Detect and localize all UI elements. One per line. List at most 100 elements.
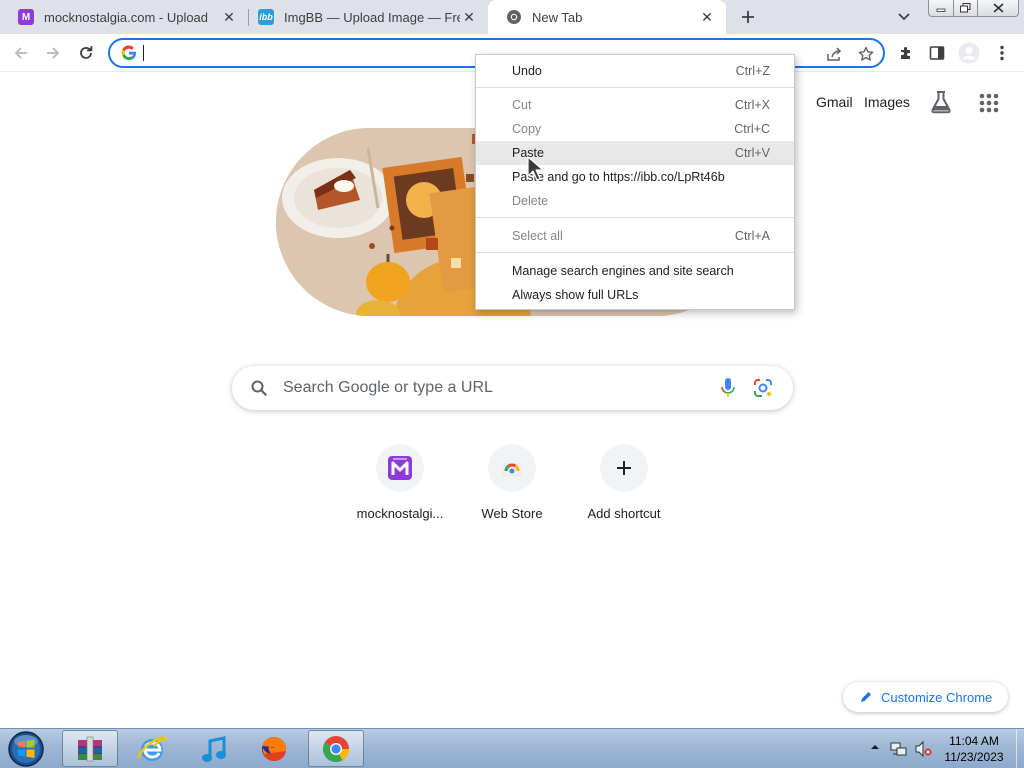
images-link[interactable]: Images [864, 94, 910, 110]
restore-icon [960, 3, 971, 13]
windows-start-orb-icon [8, 731, 44, 767]
customize-chrome-button[interactable]: Customize Chrome [843, 682, 1008, 712]
menu-item-shortcut: Ctrl+V [734, 146, 770, 160]
menu-item-shortcut: Ctrl+C [734, 122, 770, 136]
imgbb-favicon-icon: ibb [258, 9, 274, 25]
profile-button[interactable] [958, 42, 980, 64]
google-lens-icon[interactable] [752, 377, 774, 399]
menu-item-shortcut: Ctrl+X [734, 98, 770, 112]
google-apps-icon[interactable] [978, 92, 1000, 114]
menu-item-label: Undo [512, 64, 542, 78]
tab-mocknostalgia[interactable]: M mocknostalgia.com - Upload ✕ [0, 0, 248, 34]
gmail-link[interactable]: Gmail [816, 94, 853, 110]
add-shortcut-button[interactable]: Add shortcut [568, 442, 680, 532]
extensions-button[interactable] [895, 42, 917, 64]
pencil-icon [861, 692, 871, 702]
menu-item-always-show-full-urls[interactable]: Always show full URLs [476, 283, 794, 307]
new-tab-button[interactable] [736, 5, 760, 29]
close-window-button[interactable] [977, 0, 1019, 17]
close-tab-icon[interactable]: ✕ [220, 8, 238, 26]
mouse-cursor-icon [527, 156, 544, 181]
tab-title: ImgBB — Upload Image — Free I [284, 9, 460, 25]
plus-icon [617, 461, 631, 475]
bookmark-button[interactable] [856, 44, 876, 64]
taskbar-chrome[interactable] [308, 730, 364, 767]
shortcut-web-store[interactable]: Web Store [456, 442, 568, 532]
network-icon[interactable] [890, 740, 908, 758]
tab-search-button[interactable] [894, 7, 914, 27]
plus-icon [742, 11, 754, 23]
search-icon [251, 380, 268, 397]
system-clock[interactable]: 11:04 AM 11/23/2023 [936, 733, 1012, 765]
close-icon [992, 3, 1004, 13]
microphone-icon[interactable] [718, 377, 738, 399]
menu-item-label: Copy [512, 122, 542, 136]
mocknostalgia-icon [388, 456, 412, 480]
menu-item-shortcut: Ctrl+A [734, 229, 770, 243]
taskbar-itunes[interactable] [186, 730, 242, 767]
shortcut-label: mocknostalgi... [356, 506, 444, 521]
share-button[interactable] [824, 44, 844, 64]
show-desktop-button[interactable] [1016, 729, 1024, 768]
taskbar-firefox[interactable] [246, 730, 302, 767]
taskbar-winrar[interactable] [62, 730, 118, 767]
internet-explorer-icon [136, 736, 168, 761]
shortcut-tile [376, 444, 424, 492]
windows-taskbar: 11:04 AM 11/23/2023 [0, 728, 1024, 768]
minimize-button[interactable] [928, 0, 954, 17]
menu-item-paste[interactable]: Paste Ctrl+V [476, 141, 794, 165]
menu-item-label: Manage search engines and site search [512, 264, 734, 278]
menu-item-copy[interactable]: Copy Ctrl+C [476, 117, 794, 141]
menu-separator [476, 87, 794, 88]
reload-button[interactable] [73, 40, 99, 66]
shortcut-mocknostalgia[interactable]: mocknostalgi... [344, 442, 456, 532]
start-button[interactable] [6, 730, 46, 768]
menu-item-paste-and-go[interactable]: Paste and go to https://ibb.co/LpRt46b [476, 165, 794, 189]
shortcut-label: Add shortcut [587, 506, 661, 521]
search-box[interactable]: Search Google or type a URL [232, 366, 793, 410]
itunes-icon [202, 735, 226, 762]
menu-item-shortcut: Ctrl+Z [735, 64, 770, 78]
menu-separator [476, 252, 794, 253]
volume-muted-icon[interactable] [914, 740, 932, 758]
menu-item-select-all[interactable]: Select all Ctrl+A [476, 224, 794, 248]
customize-chrome-label: Customize Chrome [881, 689, 993, 705]
menu-item-label: Always show full URLs [512, 288, 639, 302]
search-placeholder: Search Google or type a URL [283, 379, 493, 396]
labs-flask-icon[interactable] [928, 89, 954, 115]
menu-item-delete[interactable]: Delete [476, 189, 794, 213]
menu-item-manage-search-engines[interactable]: Manage search engines and site search [476, 259, 794, 283]
tab-title: New Tab [532, 9, 583, 25]
winrar-icon [78, 736, 102, 761]
tab-imgbb[interactable]: ibb ImgBB — Upload Image — Free I ✕ [240, 0, 488, 34]
menu-item-undo[interactable]: Undo Ctrl+Z [476, 59, 794, 83]
close-tab-icon[interactable]: ✕ [698, 8, 716, 26]
menu-separator [476, 217, 794, 218]
chrome-favicon-icon [506, 9, 522, 25]
reload-icon [80, 46, 93, 59]
text-caret [143, 45, 144, 61]
firefox-icon [262, 736, 286, 761]
close-tab-icon[interactable]: ✕ [460, 8, 478, 26]
clock-date: 11/23/2023 [944, 750, 1004, 764]
restore-button[interactable] [953, 0, 978, 17]
show-hidden-icons-icon[interactable] [870, 742, 880, 752]
minimize-icon [936, 8, 946, 12]
google-g-icon [121, 45, 136, 61]
puzzle-icon [901, 47, 910, 59]
shortcut-label: Web Store [481, 506, 543, 521]
side-panel-icon [929, 46, 945, 60]
tab-new-tab[interactable]: New Tab ✕ [488, 0, 726, 34]
back-button[interactable] [8, 40, 34, 66]
forward-button[interactable] [40, 40, 66, 66]
avatar-icon [958, 42, 980, 64]
taskbar-internet-explorer[interactable] [124, 730, 180, 767]
chrome-menu-button[interactable] [991, 42, 1013, 64]
clock-time: 11:04 AM [949, 734, 999, 748]
chevron-down-icon [898, 13, 910, 21]
menu-item-cut[interactable]: Cut Ctrl+X [476, 93, 794, 117]
chrome-icon [323, 735, 350, 762]
arrow-left-icon [14, 47, 27, 59]
more-vert-icon [1000, 45, 1004, 61]
side-panel-button[interactable] [926, 42, 948, 64]
